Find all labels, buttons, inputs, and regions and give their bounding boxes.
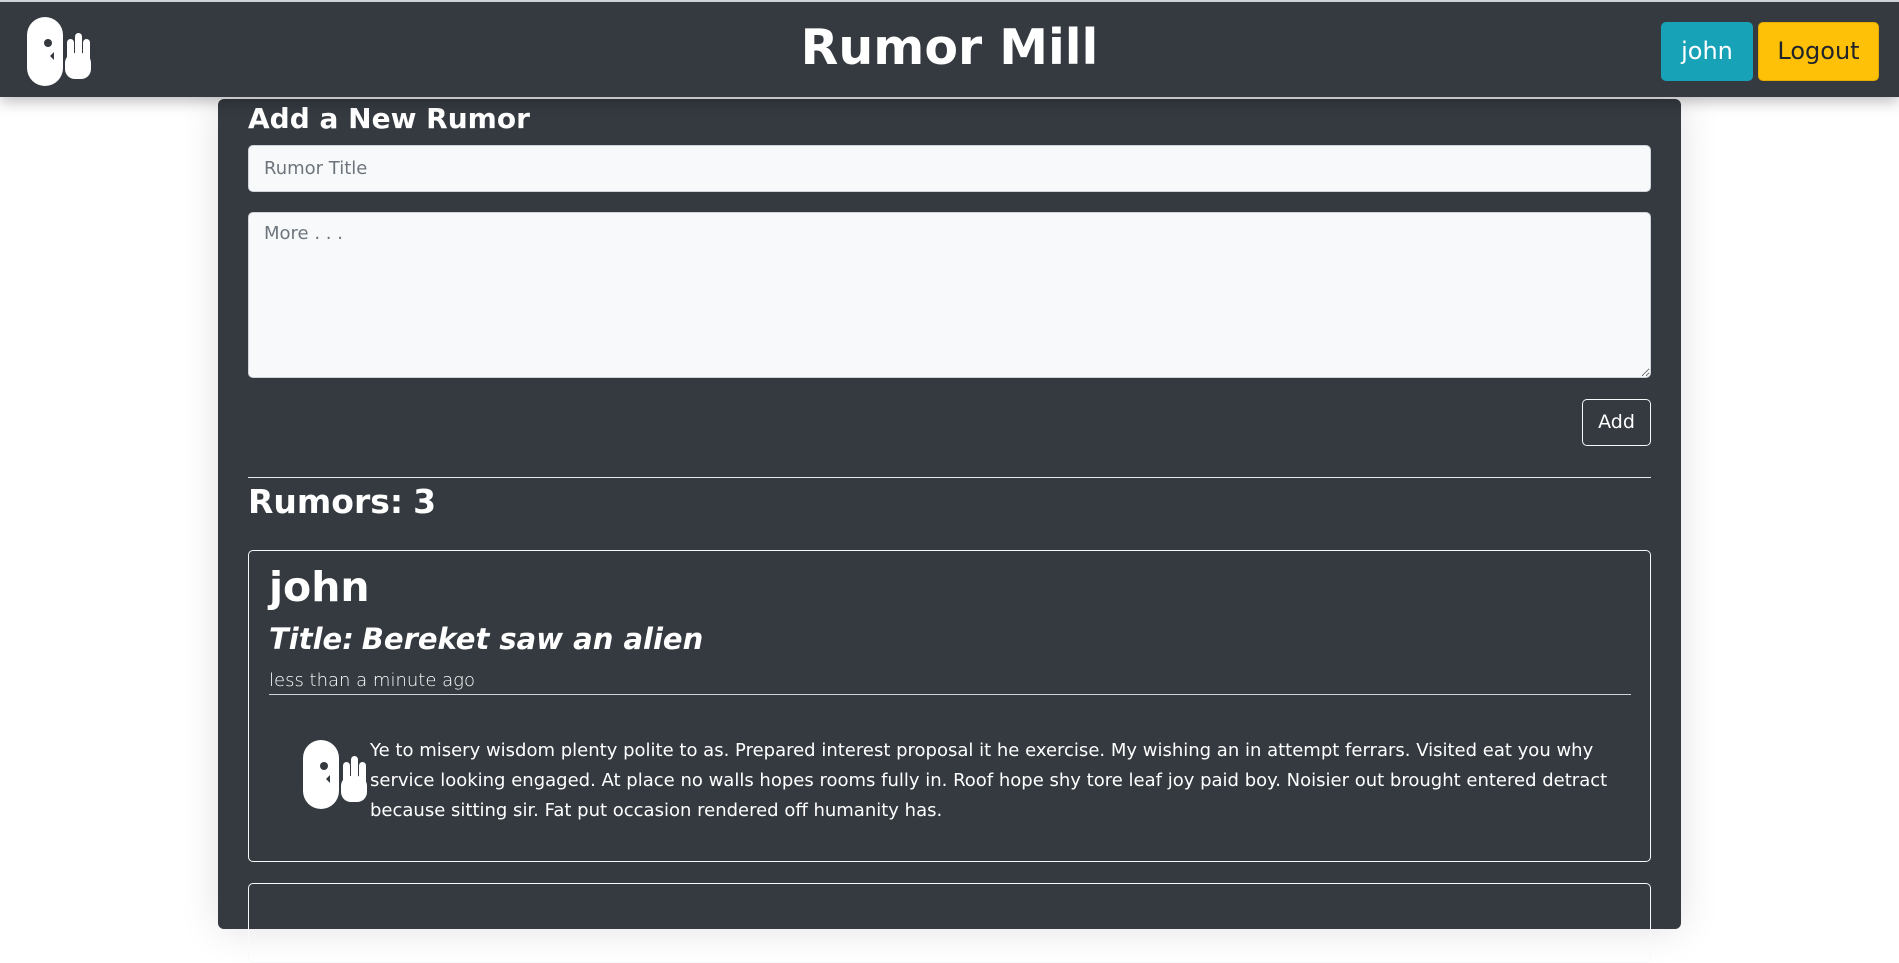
rumor-title-prefix: Title: [269,622,354,656]
app-title: Rumor Mill [800,19,1099,76]
form-heading: Add a New Rumor [248,102,530,135]
card-divider [269,694,1631,695]
rumor-card: john Title: Bereket saw an alien less tha… [248,550,1651,862]
rumors-count: Rumors: 3 [248,480,436,524]
add-button[interactable]: Add [1582,399,1651,446]
section-divider [248,477,1651,478]
rumor-body: Ye to misery wisdom plenty polite to as.… [370,740,1608,821]
top-navbar: Rumor Mill john Logout [0,0,1899,97]
user-button[interactable]: john [1661,22,1753,81]
logout-button[interactable]: Logout [1758,22,1879,81]
rumor-author: john [269,563,370,611]
rumor-title-input[interactable] [248,145,1651,192]
rumors-count-value: 3 [413,482,437,521]
rumors-count-label: Rumors: [248,482,404,521]
rumor-more-textarea[interactable] [248,212,1651,378]
rumor-title-text: Bereket saw an alien [361,622,704,656]
whisper-hand-icon [303,740,367,809]
rumor-timestamp: less than a minute ago [269,670,475,691]
main-panel: Add a New Rumor Add Rumors:3 john Title:… [218,99,1681,963]
rumor-card [248,883,1651,963]
rumor-title: Title: Bereket saw an alien [269,620,703,658]
